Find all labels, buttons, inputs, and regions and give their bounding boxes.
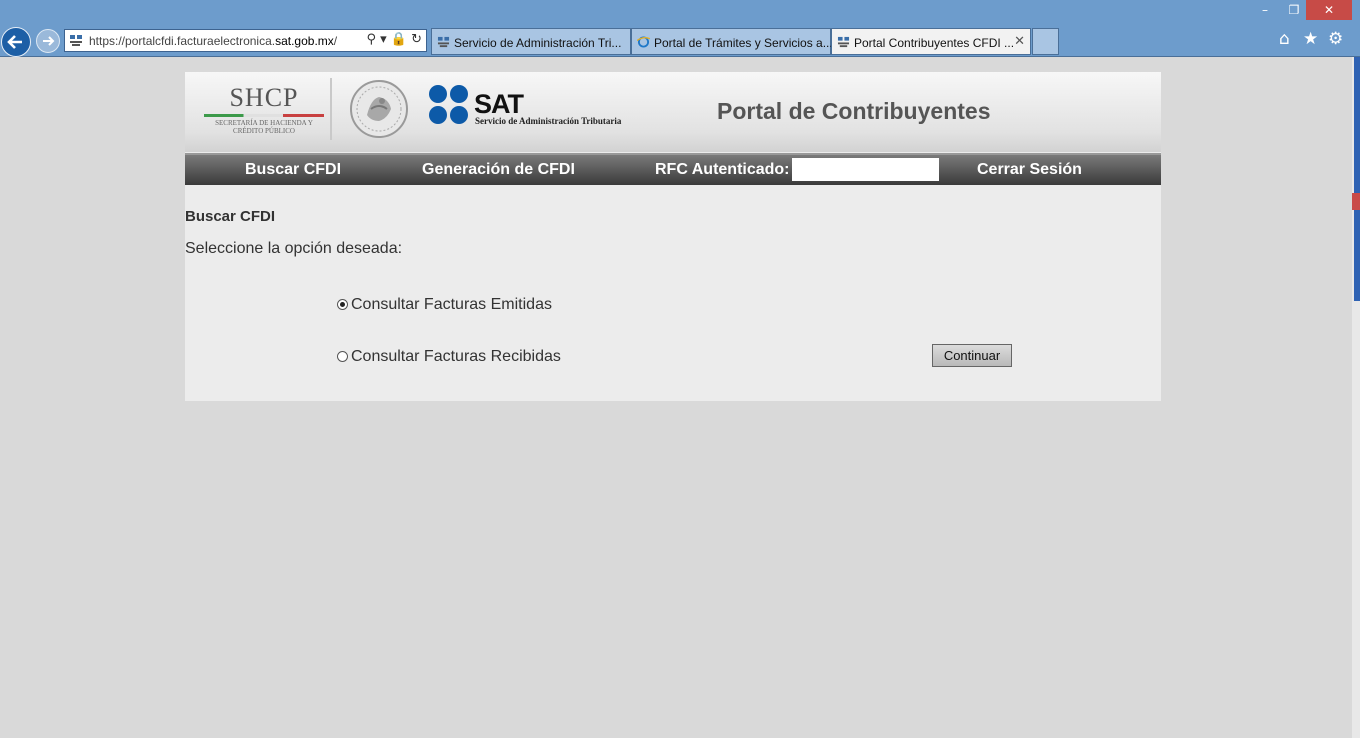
gear-icon[interactable]: ⚙ [1328,29,1343,49]
tab-sat[interactable]: Servicio de Administración Tri... [431,28,631,55]
logo-divider [330,78,332,140]
option-label: Consultar Facturas Recibidas [351,348,561,365]
nav-cerrar-sesion[interactable]: Cerrar Sesión [977,161,1082,179]
arrow-left-icon [7,35,22,49]
header-banner: SHCP SECRETARÍA DE HACIENDA Y CRÉDITO PÚ… [185,72,1161,152]
ie-icon [637,36,650,48]
arrow-right-icon [43,36,55,46]
tab-label: Portal Contribuyentes CFDI ... [854,36,1015,50]
site-icon [70,35,82,46]
tab-label: Servicio de Administración Tri... [454,36,622,50]
vertical-scrollbar[interactable] [1352,57,1360,738]
tab-portal-contribuyentes[interactable]: Portal Contribuyentes CFDI ... ✕ [831,28,1031,55]
nav-buscar-cfdi[interactable]: Buscar CFDI [245,161,341,179]
rfc-value [792,158,939,181]
sat-logo: SAT Servicio de Administración Tributari… [428,84,658,130]
sat-circles-icon [429,85,468,124]
nav-generacion-cfdi[interactable]: Generación de CFDI [422,161,575,179]
scroll-marker [1352,193,1360,210]
home-icon[interactable]: ⌂ [1279,29,1290,49]
page-title: Portal de Contribuyentes [717,98,991,124]
national-seal-icon [350,80,408,138]
option-emitidas[interactable]: Consultar Facturas Emitidas [337,296,552,314]
main-navbar: Buscar CFDI Generación de CFDI RFC Auten… [185,153,1161,185]
address-bar[interactable]: https://portalcfdi.facturaelectronica.sa… [64,29,427,52]
tab-close-icon[interactable]: ✕ [1014,34,1025,49]
site-icon [837,36,850,48]
radio-emitidas[interactable] [337,299,348,310]
tab-label: Portal de Trámites y Servicios a... [654,36,833,50]
url-text: https://portalcfdi.facturaelectronica.sa… [89,34,338,48]
tab-portal-tramites[interactable]: Portal de Trámites y Servicios a... [631,28,833,55]
page-container: SHCP SECRETARÍA DE HACIENDA Y CRÉDITO PÚ… [185,72,1161,401]
option-recibidas[interactable]: Consultar Facturas Recibidas [337,348,561,366]
radio-recibidas[interactable] [337,351,348,362]
rfc-label: RFC Autenticado: [655,161,790,178]
continuar-button[interactable]: Continuar [932,344,1012,367]
shcp-logo: SHCP SECRETARÍA DE HACIENDA Y CRÉDITO PÚ… [198,84,330,144]
option-label: Consultar Facturas Emitidas [351,296,552,313]
back-button[interactable] [1,27,31,57]
forward-button[interactable] [36,29,60,53]
favorites-star-icon[interactable]: ★ [1303,29,1318,49]
instruction-text: Seleccione la opción deseada: [185,240,403,257]
browser-chrome: – ❐ ✕ https://portalcfdi.facturaelectron… [0,0,1360,57]
site-icon [437,36,450,48]
scroll-thumb[interactable] [1354,57,1360,301]
shcp-subtitle: SECRETARÍA DE HACIENDA Y CRÉDITO PÚBLICO [215,119,313,135]
section-title: Buscar CFDI [185,208,276,225]
address-tools[interactable]: ⚲ ▾ 🔒 ↻ [366,32,422,47]
sat-subtitle: Servicio de Administración Tributaria [475,116,622,126]
new-tab-button[interactable] [1032,28,1059,55]
minimize-button[interactable]: – [1248,0,1282,20]
restore-button[interactable]: ❐ [1282,0,1306,20]
close-window-button[interactable]: ✕ [1306,0,1352,20]
shcp-title: SHCP [229,83,299,112]
shcp-tricolor-bar [204,114,324,117]
